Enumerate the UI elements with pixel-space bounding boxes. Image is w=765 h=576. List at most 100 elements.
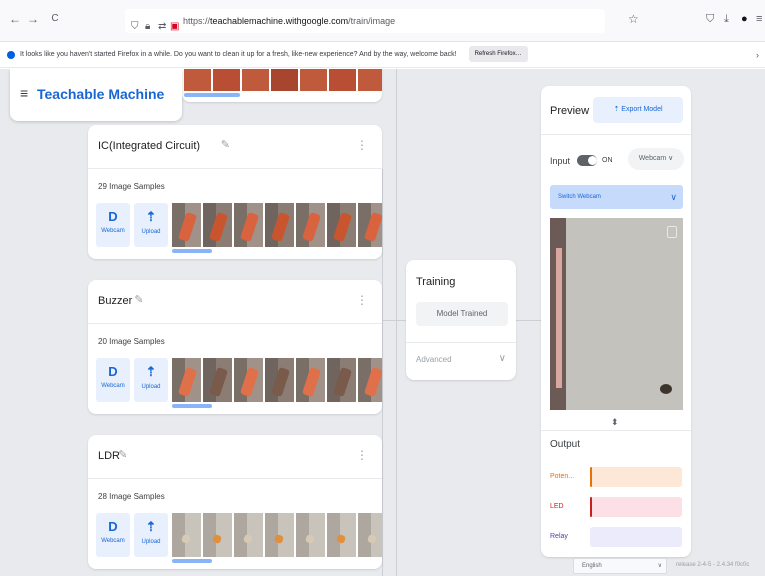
advanced-toggle[interactable]: Advanced ∨: [406, 342, 516, 380]
output-class-name: LED: [550, 503, 564, 510]
sample-thumbnail[interactable]: [358, 69, 382, 91]
shield-icon[interactable]: ⛉: [131, 15, 139, 33]
drag-handle-icon[interactable]: ⬍: [611, 417, 619, 428]
sample-thumbnail[interactable]: [296, 203, 325, 247]
account-icon[interactable]: ●: [741, 13, 748, 25]
class-name[interactable]: LDR: [98, 450, 120, 462]
info-icon: [7, 51, 15, 59]
refresh-firefox-button[interactable]: Refresh Firefox…: [468, 46, 528, 63]
upload-button[interactable]: ⇡ Upload: [134, 203, 168, 247]
webcam-button[interactable]: D Webcam: [96, 358, 130, 402]
sample-thumbnail[interactable]: [327, 513, 356, 557]
train-model-button[interactable]: Model Trained: [416, 302, 508, 326]
app-header: ≡ Teachable Machine: [10, 69, 182, 121]
sample-count: 28 Image Samples: [98, 492, 165, 501]
more-options-icon[interactable]: ⋮: [356, 448, 368, 462]
scroll-indicator[interactable]: [172, 559, 212, 563]
sample-thumbnail[interactable]: [296, 513, 325, 557]
sample-thumbnail[interactable]: [265, 513, 294, 557]
sample-thumbnail[interactable]: [358, 358, 382, 402]
sample-thumbnail[interactable]: [358, 513, 382, 557]
sample-thumbnail[interactable]: [203, 513, 232, 557]
sample-thumbnail[interactable]: [265, 358, 294, 402]
menu-icon[interactable]: ≡: [756, 13, 762, 25]
pencil-icon[interactable]: ✎: [118, 448, 127, 461]
lock-icon[interactable]: 🔒︎: [145, 15, 150, 33]
upload-icon: ⇡: [145, 519, 157, 534]
sample-thumbnail[interactable]: [271, 69, 298, 91]
upload-button[interactable]: ⇡ Upload: [134, 513, 168, 557]
chevron-right-icon[interactable]: ›: [756, 42, 759, 68]
sample-thumbnail[interactable]: [327, 203, 356, 247]
browser-toolbar: ← → C ⛉ 🔒︎ ⇄ ▣ https://teachablemachine.…: [0, 0, 765, 42]
class-card: Buzzer ✎ ⋮ 20 Image Samples D Webcam ⇡ Upload: [88, 280, 382, 414]
pencil-icon[interactable]: ✎: [221, 138, 230, 151]
upload-button[interactable]: ⇡ Upload: [134, 358, 168, 402]
sample-thumbnail[interactable]: [265, 203, 294, 247]
back-icon[interactable]: ←: [8, 12, 22, 26]
language-select[interactable]: English ∨: [573, 558, 667, 574]
advanced-label: Advanced: [416, 355, 452, 364]
input-toggle[interactable]: [577, 155, 597, 166]
app-canvas: ≡ Teachable Machine IC(Integrated Circui…: [0, 69, 765, 576]
address-bar[interactable]: ⛉ 🔒︎ ⇄ ▣ https://teachablemachine.withgo…: [125, 9, 605, 33]
sample-thumbnail[interactable]: [327, 358, 356, 402]
webcam-preview: [550, 218, 683, 410]
reload-icon[interactable]: C: [48, 13, 62, 24]
sample-thumbnail[interactable]: [203, 203, 232, 247]
switch-webcam-select[interactable]: Switch Webcam ∨: [550, 185, 683, 209]
sample-thumbnail[interactable]: [172, 203, 201, 247]
webcam-icon: D: [108, 364, 118, 379]
divider: [541, 134, 691, 135]
pencil-icon[interactable]: ✎: [134, 293, 143, 306]
confidence-bar: [590, 497, 682, 517]
more-options-icon[interactable]: ⋮: [356, 293, 368, 307]
class-name[interactable]: Buzzer: [98, 295, 132, 307]
url-host: teachablemachine.withgoogle.com: [210, 16, 349, 26]
scroll-indicator[interactable]: [172, 249, 212, 253]
class-name[interactable]: IC(Integrated Circuit): [98, 140, 200, 152]
permissions-icon[interactable]: ⇄: [158, 15, 166, 33]
sample-thumbnail[interactable]: [234, 203, 263, 247]
output-row: LED: [550, 497, 683, 517]
forward-icon[interactable]: →: [26, 12, 40, 26]
webcam-button[interactable]: D Webcam: [96, 513, 130, 557]
webcam-feed-edge: [556, 248, 562, 388]
scroll-indicator[interactable]: [172, 404, 212, 408]
upload-icon: ⇡: [145, 209, 157, 224]
more-options-icon[interactable]: ⋮: [356, 138, 368, 152]
sample-thumbnail[interactable]: [234, 513, 263, 557]
sample-thumbnail[interactable]: [329, 69, 356, 91]
sample-thumbnail[interactable]: [172, 513, 201, 557]
input-source-select[interactable]: Webcam ∨: [628, 148, 684, 170]
sample-thumbnail[interactable]: [203, 358, 232, 402]
sample-thumbnail[interactable]: [234, 358, 263, 402]
sample-thumbnail[interactable]: [296, 358, 325, 402]
sample-thumbnail[interactable]: [184, 69, 211, 91]
sample-thumbnail[interactable]: [358, 203, 382, 247]
notification-bar: It looks like you haven't started Firefo…: [0, 42, 765, 68]
upload-label: Upload: [141, 229, 161, 235]
preview-title: Preview: [550, 105, 590, 117]
app-title[interactable]: Teachable Machine: [37, 86, 164, 102]
switch-webcam-label: Switch Webcam: [558, 194, 601, 200]
sample-count: 29 Image Samples: [98, 182, 165, 191]
output-row: Relay: [550, 527, 683, 547]
export-model-button[interactable]: ⇡ Export Model: [593, 97, 683, 123]
chevron-down-icon: ∨: [668, 155, 674, 162]
pocket-icon[interactable]: ⛉: [706, 13, 714, 26]
star-icon[interactable]: ☆: [628, 12, 639, 26]
sample-thumbnail[interactable]: [213, 69, 240, 91]
sample-thumbnail[interactable]: [242, 69, 269, 91]
output-class-name: Poten...: [550, 473, 575, 480]
webcam-button[interactable]: D Webcam: [96, 203, 130, 247]
sample-thumbnail[interactable]: [300, 69, 327, 91]
webcam-label: Webcam: [101, 228, 125, 234]
sample-thumbnail[interactable]: [172, 358, 201, 402]
flip-camera-icon[interactable]: [667, 226, 677, 238]
menu-icon[interactable]: ≡: [20, 85, 28, 101]
sample-thumbnails: [172, 513, 382, 557]
download-icon[interactable]: ⤓: [724, 13, 729, 26]
class-card-header: Buzzer ✎ ⋮: [88, 280, 382, 324]
scroll-indicator[interactable]: [184, 93, 240, 97]
